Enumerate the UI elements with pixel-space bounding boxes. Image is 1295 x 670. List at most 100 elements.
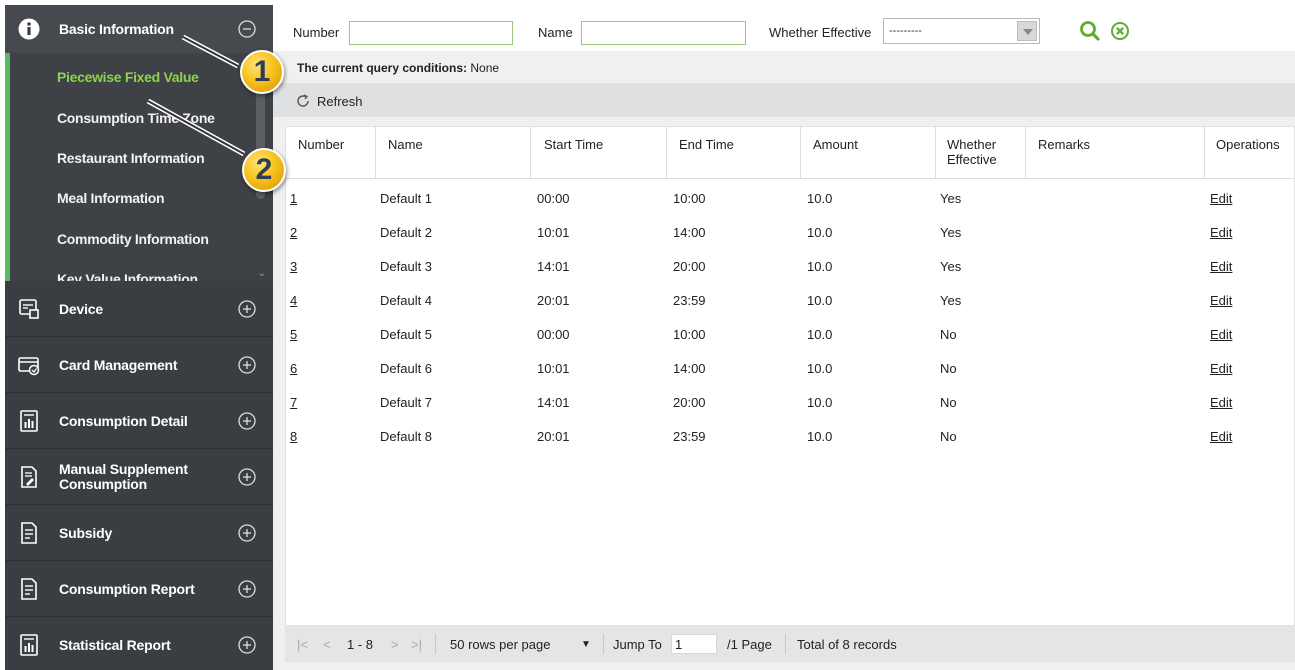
submenu-item-meal-information[interactable]: Meal Information <box>57 190 165 206</box>
row-number-link[interactable]: 6 <box>290 361 297 376</box>
sidebar-section-subsidy[interactable]: Subsidy <box>5 505 273 561</box>
pager-divider <box>603 634 604 654</box>
page-range: 1 - 8 <box>347 637 374 652</box>
table-cell-start: 14:01 <box>537 259 570 274</box>
expand-icon[interactable] <box>237 579 257 599</box>
whether-effective-select[interactable]: --------- <box>883 18 1040 44</box>
refresh-button[interactable]: Refresh <box>295 93 363 109</box>
table-cell-end: 14:00 <box>673 361 706 376</box>
table-row[interactable]: 6 Default 6 10:01 14:00 10.0 No Edit <box>286 353 1294 387</box>
submenu-item-key-value-information[interactable]: Key Value Information <box>57 271 198 281</box>
jump-to-input[interactable]: 1 <box>671 634 717 654</box>
edit-link[interactable]: Edit <box>1210 327 1232 342</box>
sidebar-section-consumption-report[interactable]: Consumption Report <box>5 561 273 617</box>
edit-link[interactable]: Edit <box>1210 259 1232 274</box>
card-icon <box>18 356 40 375</box>
table-row[interactable]: 1 Default 1 00:00 10:00 10.0 Yes Edit <box>286 183 1294 217</box>
edit-link[interactable]: Edit <box>1210 225 1232 240</box>
sidebar-section-card-management[interactable]: Card Management <box>5 337 273 393</box>
sidebar-section-manual-supplement-consumption[interactable]: Manual Supplement Consumption <box>5 449 273 505</box>
column-divider <box>935 127 936 179</box>
column-header-remarks[interactable]: Remarks <box>1038 137 1090 152</box>
query-conditions-value: None <box>470 61 500 75</box>
row-number-link[interactable]: 4 <box>290 293 297 308</box>
name-input[interactable] <box>581 21 746 45</box>
sidebar-section-title: Statistical Report <box>59 637 171 653</box>
sidebar-section-basic-information[interactable]: Basic Information <box>5 5 273 53</box>
row-number-link[interactable]: 8 <box>290 429 297 444</box>
expand-icon[interactable] <box>237 635 257 655</box>
table-row[interactable]: 2 Default 2 10:01 14:00 10.0 Yes Edit <box>286 217 1294 251</box>
edit-link[interactable]: Edit <box>1210 429 1232 444</box>
column-header-end-time[interactable]: End Time <box>679 137 734 152</box>
pagination-bar: |< < 1 - 8 > >| 50 rows per page ▼ Jump … <box>285 626 1295 662</box>
table-cell-amount: 10.0 <box>807 429 833 444</box>
device-icon <box>19 298 39 319</box>
row-number-link[interactable]: 5 <box>290 327 297 342</box>
number-label: Number <box>293 25 340 40</box>
table-row[interactable]: 5 Default 5 00:00 10:00 10.0 No Edit <box>286 319 1294 353</box>
table-header: Number Name Start Time End Time Amount W… <box>286 127 1294 179</box>
column-divider <box>1025 127 1026 179</box>
prev-page-button[interactable]: < <box>323 637 331 652</box>
next-page-button[interactable]: > <box>391 637 399 652</box>
first-page-button[interactable]: |< <box>297 637 308 652</box>
expand-icon[interactable] <box>237 299 257 319</box>
number-input[interactable] <box>349 21 513 45</box>
dropdown-arrow-icon[interactable] <box>1017 21 1037 41</box>
pager-divider <box>435 634 436 654</box>
edit-link[interactable]: Edit <box>1210 293 1232 308</box>
submenu-item-piecewise-fixed-value[interactable]: Piecewise Fixed Value <box>57 69 199 85</box>
table-cell-name: Default 8 <box>380 429 433 444</box>
sidebar-section-title: Basic Information <box>59 21 174 37</box>
expand-icon[interactable] <box>237 411 257 431</box>
table-cell-amount: 10.0 <box>807 395 833 410</box>
whether-effective-label: Whether Effective <box>769 25 872 40</box>
column-divider <box>530 127 531 179</box>
edit-link[interactable]: Edit <box>1210 361 1232 376</box>
row-number-link[interactable]: 3 <box>290 259 297 274</box>
table-cell-start: 10:01 <box>537 361 570 376</box>
scroll-down-icon[interactable]: ⌄ <box>258 268 266 279</box>
clear-icon[interactable] <box>1108 19 1132 43</box>
expand-icon[interactable] <box>237 355 257 375</box>
sidebar-section-consumption-detail[interactable]: Consumption Detail <box>5 393 273 449</box>
collapse-icon[interactable] <box>237 19 257 39</box>
edit-link[interactable]: Edit <box>1210 395 1232 410</box>
table-row[interactable]: 3 Default 3 14:01 20:00 10.0 Yes Edit <box>286 251 1294 285</box>
table-cell-end: 14:00 <box>673 225 706 240</box>
sidebar-section-device[interactable]: Device <box>5 281 273 337</box>
table-cell-end: 23:59 <box>673 293 706 308</box>
table-cell-end: 20:00 <box>673 259 706 274</box>
submenu-item-consumption-time-zone[interactable]: Consumption Time Zone <box>57 110 215 126</box>
table-cell-effective: No <box>940 395 957 410</box>
table-cell-name: Default 3 <box>380 259 433 274</box>
sidebar-section-statistical-report[interactable]: Statistical Report <box>5 617 273 670</box>
expand-icon[interactable] <box>237 523 257 543</box>
row-number-link[interactable]: 7 <box>290 395 297 410</box>
table-row[interactable]: 7 Default 7 14:01 20:00 10.0 No Edit <box>286 387 1294 421</box>
table-row[interactable]: 4 Default 4 20:01 23:59 10.0 Yes Edit <box>286 285 1294 319</box>
row-number-link[interactable]: 2 <box>290 225 297 240</box>
column-header-number[interactable]: Number <box>298 137 344 152</box>
column-header-name[interactable]: Name <box>388 137 423 152</box>
report-icon <box>20 409 38 432</box>
table-row[interactable]: 8 Default 8 20:01 23:59 10.0 No Edit <box>286 421 1294 455</box>
rows-per-page-select[interactable]: 50 rows per page <box>450 637 550 652</box>
submenu-item-commodity-information[interactable]: Commodity Information <box>57 231 209 247</box>
submenu-item-restaurant-information[interactable]: Restaurant Information <box>57 150 205 166</box>
table-cell-name: Default 1 <box>380 191 433 206</box>
table-cell-effective: Yes <box>940 225 962 240</box>
basic-information-submenu: Piecewise Fixed Value Consumption Time Z… <box>5 53 273 281</box>
table-cell-effective: Yes <box>940 259 962 274</box>
table-cell-end: 20:00 <box>673 395 706 410</box>
column-header-whether-effective[interactable]: Whether Effective <box>947 137 1013 167</box>
column-header-amount[interactable]: Amount <box>813 137 858 152</box>
column-header-start-time[interactable]: Start Time <box>544 137 603 152</box>
search-icon[interactable] <box>1078 19 1102 43</box>
edit-link[interactable]: Edit <box>1210 191 1232 206</box>
last-page-button[interactable]: >| <box>411 637 422 652</box>
chevron-down-icon[interactable]: ▼ <box>581 639 591 650</box>
expand-icon[interactable] <box>237 467 257 487</box>
row-number-link[interactable]: 1 <box>290 191 297 206</box>
